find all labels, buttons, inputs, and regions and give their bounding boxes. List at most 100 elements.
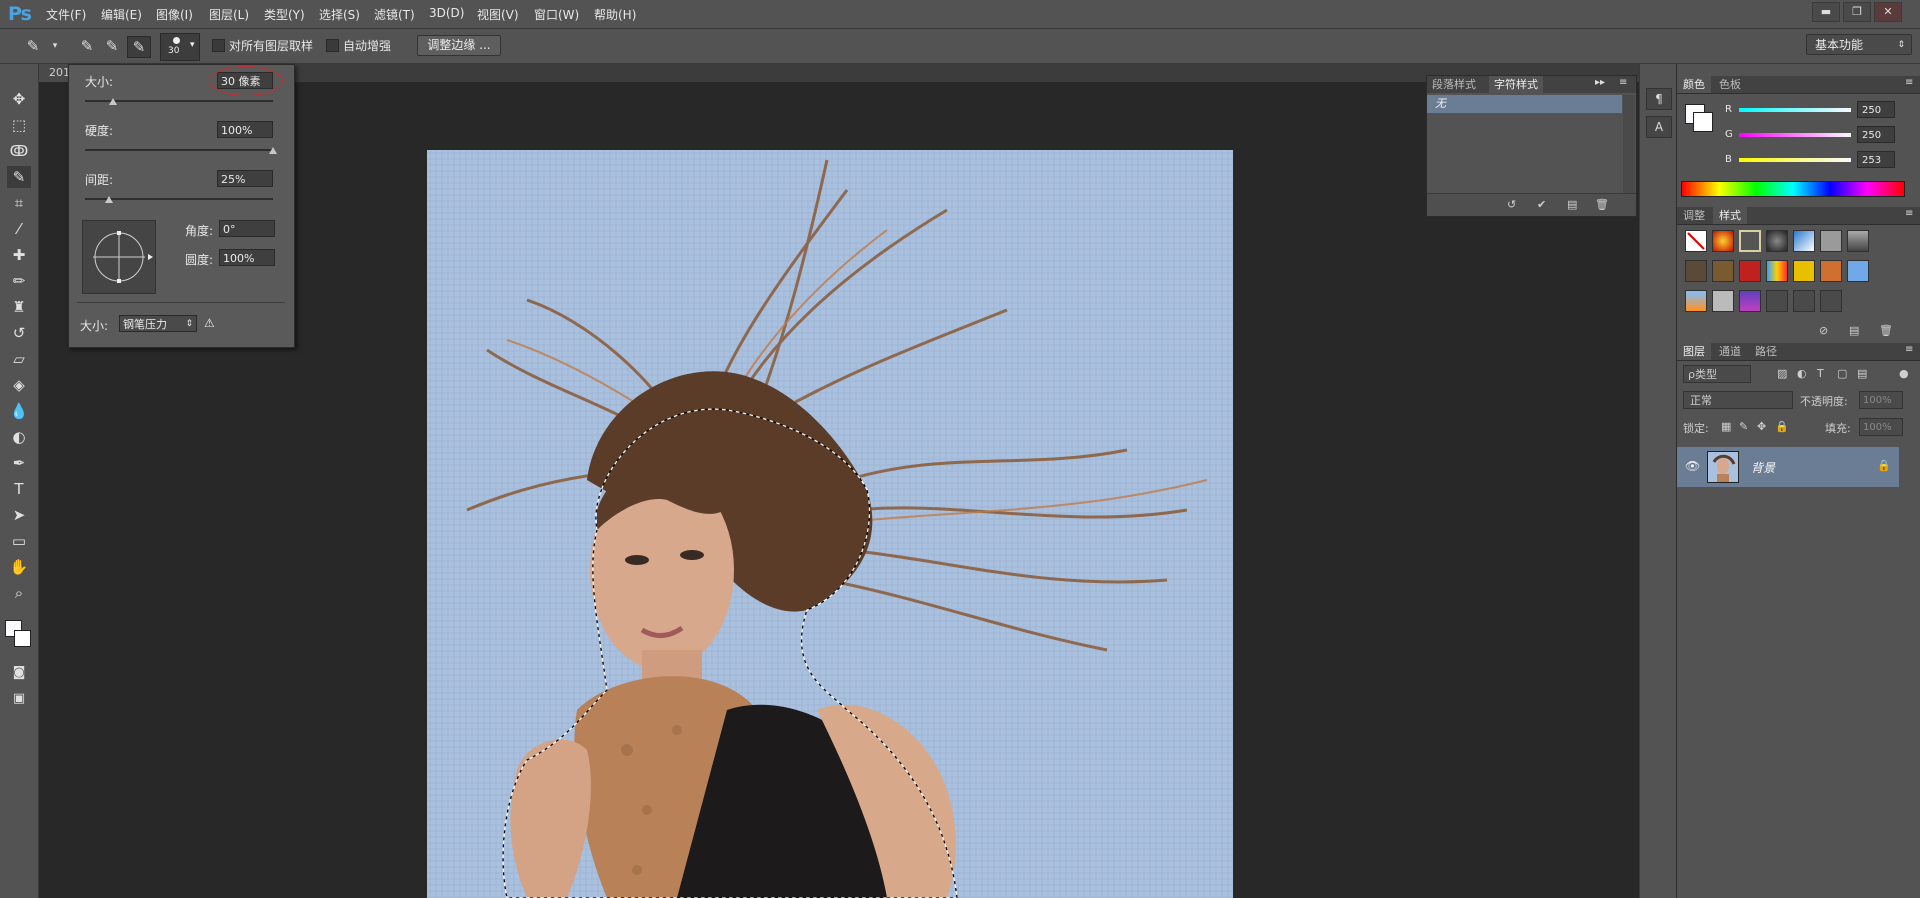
brush-tool-icon[interactable]: ✏ (7, 270, 31, 292)
tab-swatches[interactable]: 色板 (1713, 76, 1747, 93)
lock-position-icon[interactable]: ✥ (1757, 420, 1766, 433)
filter-toggle-icon[interactable]: ● (1899, 367, 1909, 380)
crop-tool-icon[interactable]: ⌗ (7, 192, 31, 214)
type-tool-icon[interactable]: T (7, 478, 31, 500)
lasso-tool-icon[interactable]: ↂ (7, 140, 31, 162)
spacing-slider-thumb[interactable] (105, 196, 113, 203)
pressure-select[interactable]: 钢笔压力 ⇕ (119, 315, 197, 332)
character-styles-icon[interactable]: A (1646, 116, 1672, 138)
tab-styles[interactable]: 样式 (1713, 207, 1747, 224)
style-swatch[interactable] (1685, 290, 1707, 312)
auto-enhance-checkbox[interactable] (326, 39, 339, 52)
sample-all-layers-checkbox[interactable] (212, 39, 225, 52)
panel-menu-icon[interactable]: ≡ (1619, 77, 1627, 88)
tab-paths[interactable]: 路径 (1749, 343, 1783, 360)
fill-field[interactable]: 100% (1859, 418, 1903, 436)
style-swatch[interactable] (1847, 230, 1869, 252)
collapse-icon[interactable]: ▸▸ (1595, 77, 1605, 88)
hardness-field[interactable]: 100% (217, 121, 273, 138)
menu-type[interactable]: 类型(Y) (264, 6, 305, 23)
history-brush-tool-icon[interactable]: ↺ (7, 322, 31, 344)
menu-3d[interactable]: 3D(D) (429, 6, 464, 20)
screen-mode-icon[interactable]: ▣ (7, 688, 31, 710)
filter-shape-icon[interactable]: ▢ (1837, 367, 1847, 380)
new-selection-icon[interactable]: ✎ (76, 36, 98, 56)
style-swatch[interactable] (1820, 290, 1842, 312)
move-tool-icon[interactable]: ✥ (7, 88, 31, 110)
new-style-icon[interactable]: ▤ (1567, 198, 1577, 211)
menu-select[interactable]: 选择(S) (319, 6, 360, 23)
trash-icon[interactable]: 🗑 (1879, 324, 1893, 337)
tab-character-styles[interactable]: 字符样式 (1489, 76, 1543, 93)
angle-field[interactable]: 0° (219, 220, 275, 237)
clone-stamp-tool-icon[interactable]: ♜ (7, 296, 31, 318)
menu-view[interactable]: 视图(V) (477, 6, 519, 23)
panel-menu-icon[interactable]: ≡ (1905, 344, 1913, 355)
quick-selection-tool-icon[interactable]: ✎ (7, 166, 31, 188)
lock-transparent-icon[interactable]: ▦ (1721, 420, 1731, 433)
close-button[interactable]: ✕ (1874, 2, 1902, 22)
menu-layer[interactable]: 图层(L) (209, 6, 249, 23)
roundness-field[interactable]: 100% (219, 249, 275, 266)
background-color-swatch[interactable] (14, 630, 31, 647)
eyedropper-tool-icon[interactable]: ⁄ (7, 218, 31, 240)
tab-color[interactable]: 颜色 (1677, 76, 1711, 93)
style-swatch[interactable] (1685, 260, 1707, 282)
style-swatch[interactable] (1739, 260, 1761, 282)
spacing-field[interactable]: 25% (217, 170, 273, 187)
style-swatch[interactable] (1739, 230, 1761, 252)
color-spectrum-ramp[interactable] (1681, 181, 1905, 197)
dodge-tool-icon[interactable]: ◐ (7, 426, 31, 448)
layer-filter-select[interactable]: ρ类型 (1683, 365, 1751, 383)
brush-angle-preview[interactable] (82, 220, 156, 294)
filter-adjustment-icon[interactable]: ◐ (1797, 367, 1807, 380)
refine-edge-button[interactable]: 调整边缘 ... (417, 35, 501, 56)
blue-slider[interactable] (1739, 158, 1851, 162)
style-swatch[interactable] (1712, 290, 1734, 312)
style-swatch[interactable] (1739, 290, 1761, 312)
minimize-button[interactable]: ▬ (1812, 2, 1840, 22)
menu-edit[interactable]: 编辑(E) (101, 6, 142, 23)
opacity-field[interactable]: 100% (1859, 391, 1903, 409)
new-style-icon[interactable]: ▤ (1849, 324, 1859, 337)
filter-smart-object-icon[interactable]: ▤ (1857, 367, 1867, 380)
style-swatch[interactable] (1766, 260, 1788, 282)
blend-mode-select[interactable]: 正常 (1683, 391, 1793, 409)
menu-filter[interactable]: 滤镜(T) (374, 6, 415, 23)
style-swatch[interactable] (1820, 230, 1842, 252)
eye-icon[interactable]: 👁 (1685, 459, 1700, 473)
workspace-select[interactable]: 基本功能 ⇕ (1806, 34, 1912, 55)
menu-window[interactable]: 窗口(W) (534, 6, 579, 23)
lock-all-icon[interactable]: 🔒 (1775, 420, 1789, 433)
green-value-field[interactable]: 250 (1857, 126, 1895, 143)
style-swatch[interactable] (1793, 260, 1815, 282)
menu-file[interactable]: 文件(F) (46, 6, 86, 23)
add-to-selection-icon[interactable]: ✎ (101, 36, 123, 56)
style-swatch[interactable] (1712, 230, 1734, 252)
eraser-tool-icon[interactable]: ▱ (7, 348, 31, 370)
restore-button[interactable]: ❐ (1843, 2, 1871, 22)
pen-tool-icon[interactable]: ✒ (7, 452, 31, 474)
clear-style-icon[interactable]: ⊘ (1819, 324, 1828, 337)
style-swatch[interactable] (1766, 290, 1788, 312)
menu-image[interactable]: 图像(I) (156, 6, 193, 23)
subtract-from-selection-icon[interactable]: ✎ (127, 36, 151, 58)
paragraph-styles-icon[interactable]: ¶ (1646, 88, 1672, 110)
scrollbar[interactable] (1623, 95, 1635, 195)
marquee-tool-icon[interactable]: ⬚ (7, 114, 31, 136)
size-slider-thumb[interactable] (109, 98, 117, 105)
style-swatch[interactable] (1766, 230, 1788, 252)
red-slider[interactable] (1739, 108, 1851, 112)
brush-picker-button[interactable]: 30 ▾ (160, 33, 200, 61)
red-value-field[interactable]: 250 (1857, 101, 1895, 118)
rectangle-tool-icon[interactable]: ▭ (7, 530, 31, 552)
commit-icon[interactable]: ✔ (1537, 198, 1546, 211)
trash-icon[interactable]: 🗑 (1595, 198, 1609, 211)
zoom-tool-icon[interactable]: ⌕ (7, 582, 31, 604)
layer-row[interactable]: 👁 背景 🔒 (1677, 447, 1899, 487)
paint-bucket-tool-icon[interactable]: ◈ (7, 374, 31, 396)
style-swatch[interactable] (1793, 290, 1815, 312)
style-swatch[interactable] (1820, 260, 1842, 282)
chevron-down-icon[interactable]: ▾ (44, 36, 66, 56)
style-swatch[interactable] (1793, 230, 1815, 252)
